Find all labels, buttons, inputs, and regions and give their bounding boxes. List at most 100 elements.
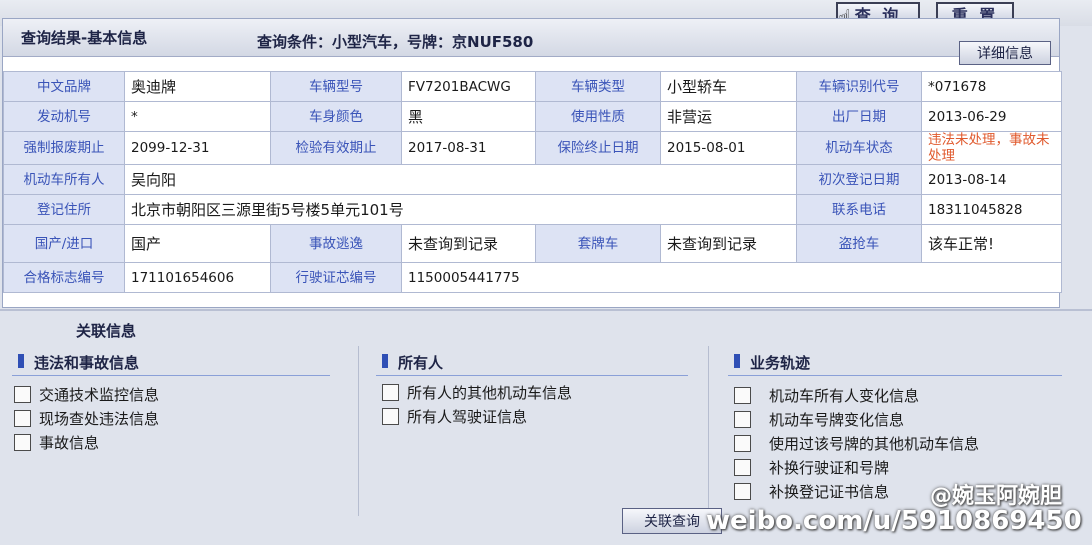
checkbox[interactable]	[14, 409, 31, 427]
owner-value: 吴向阳	[124, 164, 797, 195]
vehicle-type-label: 车辆类型	[535, 71, 661, 102]
table-row: 机动车所有人 吴向阳 初次登记日期 2013-08-14	[3, 164, 1062, 195]
manufacture-date-value: 2013-06-29	[921, 101, 1062, 132]
checkbox-label: 现场查处违法信息	[39, 409, 160, 428]
checkbox-item[interactable]: 机动车号牌变化信息	[734, 407, 979, 431]
license-core-no-value: 1150005441775	[401, 262, 1062, 293]
checkbox-label: 所有人驾驶证信息	[407, 407, 528, 426]
engine-no-value: *	[124, 101, 271, 132]
section-business-history: 业务轨迹	[728, 346, 1062, 376]
section-marker-icon	[734, 354, 740, 368]
section-marker-icon	[382, 354, 388, 368]
vin-value: *071678	[921, 71, 1062, 102]
inspection-valid-label: 检验有效期止	[270, 131, 402, 165]
column-divider	[708, 346, 709, 516]
origin-value: 国产	[124, 224, 271, 263]
checkbox[interactable]	[734, 386, 751, 404]
panel-header: 查询结果-基本信息 查询条件：小型汽车，号牌：京NUF580	[3, 19, 1059, 57]
usage-label: 使用性质	[535, 101, 661, 132]
manufacture-date-label: 出厂日期	[796, 101, 922, 132]
table-row: 中文品牌 奥迪牌 车辆型号 FV7201BACWG 车辆类型 小型轿车 车辆识别…	[3, 71, 1062, 102]
first-reg-date-value: 2013-08-14	[921, 164, 1062, 195]
model-label: 车辆型号	[270, 71, 402, 102]
table-row: 登记住所 北京市朝阳区三源里街5号楼5单元101号 联系电话 183110458…	[3, 194, 1062, 225]
owner-label: 机动车所有人	[3, 164, 125, 195]
checkbox-item[interactable]: 所有人的其他机动车信息	[382, 380, 572, 404]
checkbox-item[interactable]: 交通技术监控信息	[14, 382, 159, 406]
checkbox-label: 补换登记证书信息	[769, 482, 890, 501]
hit-and-run-value: 未查询到记录	[401, 224, 536, 263]
insurance-end-value: 2015-08-01	[660, 131, 797, 165]
vehicle-status-label: 机动车状态	[796, 131, 922, 165]
address-label: 登记住所	[3, 194, 125, 225]
checkbox-item[interactable]: 补换行驶证和号牌	[734, 455, 979, 479]
cloned-plate-label: 套牌车	[535, 224, 661, 263]
checkbox-label: 使用过该号牌的其他机动车信息	[769, 434, 980, 453]
address-value: 北京市朝阳区三源里街5号楼5单元101号	[124, 194, 797, 225]
vehicle-info-table: 中文品牌 奥迪牌 车辆型号 FV7201BACWG 车辆类型 小型轿车 车辆识别…	[3, 71, 1062, 293]
scrap-date-label: 强制报废期止	[3, 131, 125, 165]
vin-label: 车辆识别代号	[796, 71, 922, 102]
section-violations: 违法和事故信息	[12, 346, 330, 376]
stolen-value: 该车正常!	[921, 224, 1062, 263]
section-owner: 所有人	[376, 346, 688, 376]
vehicle-status-value: 违法未处理，事故未处理	[921, 131, 1062, 165]
checkbox-item[interactable]: 机动车所有人变化信息	[734, 383, 979, 407]
brand-value: 奥迪牌	[124, 71, 271, 102]
section-title: 违法和事故信息	[34, 354, 140, 372]
table-row: 合格标志编号 171101654606 行驶证芯编号 1150005441775	[3, 262, 1062, 293]
license-core-no-label: 行驶证芯编号	[270, 262, 402, 293]
scrap-date-value: 2099-12-31	[124, 131, 271, 165]
cloned-plate-value: 未查询到记录	[660, 224, 797, 263]
vehicle-type-value: 小型轿车	[660, 71, 797, 102]
checkbox[interactable]	[14, 385, 31, 403]
usage-value: 非营运	[660, 101, 797, 132]
hit-and-run-label: 事故逃逸	[270, 224, 402, 263]
checkbox[interactable]	[382, 407, 399, 425]
related-info-title: 关联信息	[76, 322, 137, 340]
checkbox[interactable]	[382, 383, 399, 401]
cert-no-label: 合格标志编号	[3, 262, 125, 293]
detail-info-button[interactable]: 详细信息	[959, 41, 1051, 65]
checkbox-label: 交通技术监控信息	[39, 385, 160, 404]
table-row: 国产/进口 国产 事故逃逸 未查询到记录 套牌车 未查询到记录 盗抢车 该车正常…	[3, 224, 1062, 263]
query-condition: 查询条件：小型汽车，号牌：京NUF580	[257, 31, 533, 52]
checkbox[interactable]	[734, 410, 751, 428]
checkbox-item[interactable]: 现场查处违法信息	[14, 406, 159, 430]
checkbox-label: 所有人的其他机动车信息	[407, 383, 573, 402]
cert-no-value: 171101654606	[124, 262, 271, 293]
table-row: 强制报废期止 2099-12-31 检验有效期止 2017-08-31 保险终止…	[3, 131, 1062, 165]
first-reg-date-label: 初次登记日期	[796, 164, 922, 195]
checkbox[interactable]	[14, 433, 31, 451]
insurance-end-label: 保险终止日期	[535, 131, 661, 165]
panel-title: 查询结果-基本信息	[21, 29, 148, 47]
checkbox[interactable]	[734, 482, 751, 500]
column-divider	[358, 346, 359, 516]
body-color-label: 车身颜色	[270, 101, 402, 132]
checkbox-label: 机动车所有人变化信息	[769, 386, 920, 405]
checkbox-item[interactable]: 使用过该号牌的其他机动车信息	[734, 431, 979, 455]
origin-label: 国产/进口	[3, 224, 125, 263]
checkbox[interactable]	[734, 458, 751, 476]
stolen-label: 盗抢车	[796, 224, 922, 263]
query-condition-label: 查询条件：	[257, 33, 333, 51]
checkbox-item[interactable]: 所有人驾驶证信息	[382, 404, 572, 428]
violations-options: 交通技术监控信息 现场查处违法信息 事故信息	[14, 382, 159, 454]
section-title: 所有人	[398, 354, 444, 372]
phone-value: 18311045828	[921, 194, 1062, 225]
engine-no-label: 发动机号	[3, 101, 125, 132]
watermark-url: weibo.com/u/5910869450	[706, 506, 1082, 536]
section-marker-icon	[18, 354, 24, 368]
brand-label: 中文品牌	[3, 71, 125, 102]
phone-label: 联系电话	[796, 194, 922, 225]
table-row: 发动机号 * 车身颜色 黑 使用性质 非营运 出厂日期 2013-06-29	[3, 101, 1062, 132]
inspection-valid-value: 2017-08-31	[401, 131, 536, 165]
query-condition-value: 小型汽车，号牌：京NUF580	[332, 33, 534, 51]
section-title: 业务轨迹	[750, 354, 811, 372]
model-value: FV7201BACWG	[401, 71, 536, 102]
checkbox-item[interactable]: 事故信息	[14, 430, 159, 454]
basic-info-panel: 查询结果-基本信息 查询条件：小型汽车，号牌：京NUF580 详细信息 中文品牌…	[2, 18, 1062, 308]
checkbox[interactable]	[734, 434, 751, 452]
owner-options: 所有人的其他机动车信息 所有人驾驶证信息	[382, 380, 572, 428]
checkbox-label: 补换行驶证和号牌	[769, 458, 890, 477]
